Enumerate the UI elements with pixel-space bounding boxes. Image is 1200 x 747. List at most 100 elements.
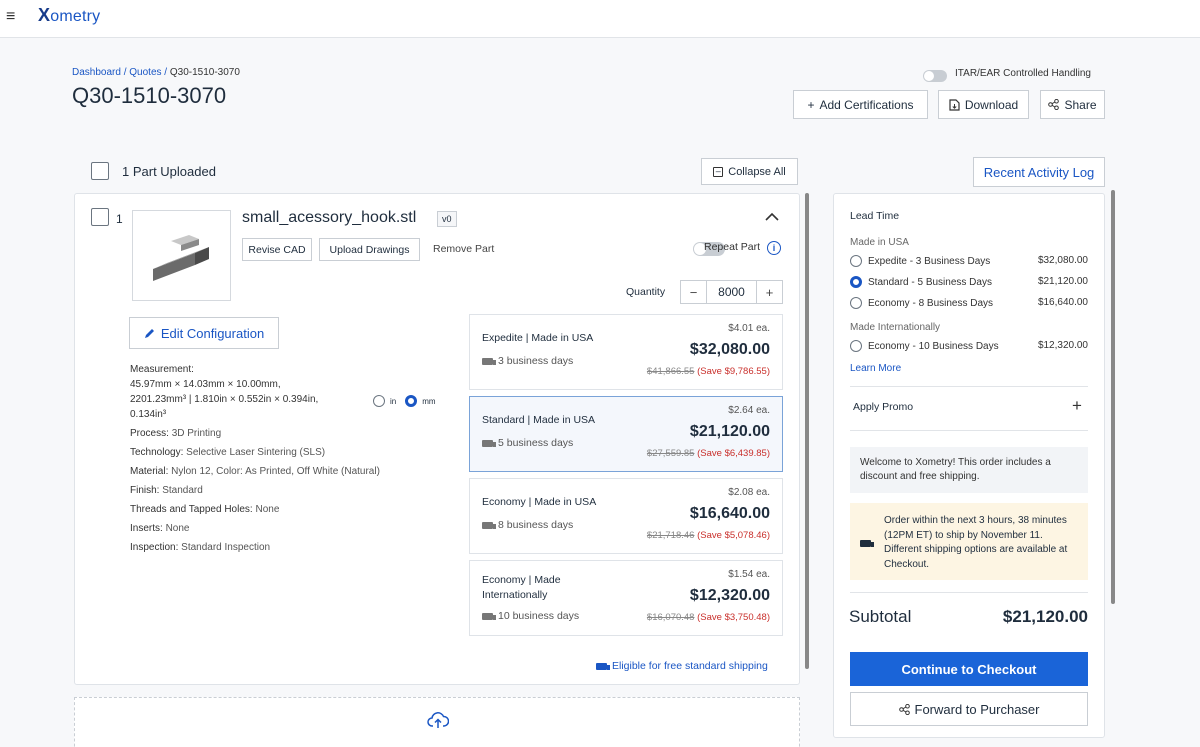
made-internationally-label: Made Internationally [850, 322, 941, 333]
price-option-card[interactable]: Economy | Made in USA 8 business days $2… [469, 478, 783, 554]
price-option-name: Economy | Made Internationally [482, 574, 561, 601]
continue-to-checkout-button[interactable]: Continue to Checkout [850, 652, 1088, 686]
lead-time-price: $21,120.00 [1037, 276, 1088, 287]
chevron-up-icon[interactable] [765, 208, 779, 224]
info-icon[interactable]: i [767, 241, 781, 255]
xometry-logo[interactable]: Xometry [38, 5, 100, 26]
breadcrumb-current: Q30-1510-3070 [169, 67, 240, 78]
revise-cad-button[interactable]: Revise CAD [242, 238, 312, 261]
spec-row: Process: 3D Printing [130, 428, 222, 439]
price-option-savings: $27,559.85 (Save $6,439.85) [646, 448, 770, 459]
breadcrumb-dashboard[interactable]: Dashboard [72, 67, 121, 78]
measurement-dims-mm: 45.97mm × 14.03mm × 10.00mm, [130, 379, 281, 390]
measurement-label: Measurement: [130, 364, 194, 375]
lead-time-price: $32,080.00 [1037, 255, 1088, 266]
breadcrumb-quotes[interactable]: Quotes [129, 67, 161, 78]
pencil-icon [144, 329, 154, 338]
price-option-name: Expedite | Made in USA [482, 332, 594, 344]
lead-time-radio-selected[interactable] [850, 276, 862, 288]
share-icon [898, 703, 910, 715]
lead-time-radio[interactable] [850, 297, 862, 309]
lead-time-radio[interactable] [850, 340, 862, 352]
part-checkbox[interactable] [91, 208, 109, 226]
quantity-stepper: − 8000 + [680, 280, 783, 304]
spec-row: Threads and Tapped Holes: None [130, 504, 280, 515]
lead-time-price: $16,640.00 [1037, 297, 1088, 308]
recent-activity-log-button[interactable]: Recent Activity Log [973, 157, 1105, 187]
repeat-part-label: Repeat Part [704, 241, 761, 253]
price-option-days: 5 business days [482, 437, 573, 449]
lead-time-title: Lead Time [850, 210, 900, 222]
quantity-label: Quantity [626, 286, 666, 298]
lead-time-radio[interactable] [850, 255, 862, 267]
spec-row: Material: Nylon 12, Color: As Printed, O… [130, 466, 380, 477]
price-option-card[interactable]: Economy | Made Internationally 10 busine… [469, 560, 783, 636]
lead-time-option[interactable]: Economy - 8 Business Days [850, 297, 993, 309]
plus-icon[interactable]: + [1072, 396, 1082, 416]
shipping-notice: Order within the next 3 hours, 38 minute… [850, 503, 1088, 580]
hamburger-icon[interactable]: ≡ [6, 8, 15, 26]
spec-row: Finish: Standard [130, 485, 203, 496]
price-option-name: Standard | Made in USA [482, 414, 596, 426]
spec-row: Technology: Selective Laser Sintering (S… [130, 447, 326, 458]
price-option-card[interactable]: Expedite | Made in USA 3 business days $… [469, 314, 783, 390]
part-3d-preview [153, 235, 209, 281]
apply-promo-label[interactable]: Apply Promo [853, 401, 913, 413]
price-option-each: $4.01 ea. [728, 323, 770, 334]
made-in-usa-label: Made in USA [850, 237, 909, 248]
price-option-each: $2.64 ea. [728, 405, 770, 416]
edit-configuration-button[interactable]: Edit Configuration [129, 317, 279, 349]
lead-time-price: $12,320.00 [1037, 340, 1088, 351]
version-badge: v0 [437, 211, 457, 227]
truck-icon [860, 538, 874, 553]
collapse-icon: – [713, 166, 724, 177]
share-button[interactable]: Share [1040, 90, 1105, 119]
part-thumbnail[interactable] [132, 210, 231, 301]
forward-to-purchaser-button[interactable]: Forward to Purchaser [850, 692, 1088, 726]
breadcrumb: Dashboard / Quotes / Q30-1510-3070 [72, 67, 240, 78]
lead-time-option-selected[interactable]: Standard - 5 Business Days [850, 276, 992, 288]
cloud-upload-icon [427, 711, 450, 732]
add-certifications-button[interactable]: + Add Certifications [793, 90, 928, 119]
truck-icon [482, 521, 496, 529]
itar-toggle[interactable] [923, 70, 947, 82]
shipping-notice-text: Order within the next 3 hours, 38 minute… [884, 515, 1068, 570]
learn-more-link[interactable]: Learn More [850, 363, 901, 374]
sidebar-scrollbar[interactable] [1111, 190, 1115, 604]
price-option-total: $16,640.00 [689, 505, 770, 522]
upload-drawings-button[interactable]: Upload Drawings [319, 238, 420, 261]
welcome-message: Welcome to Xometry! This order includes … [850, 447, 1088, 493]
select-all-checkbox[interactable] [91, 162, 109, 180]
price-option-savings: $41,866.55 (Save $9,786.55) [646, 366, 770, 377]
part-filename[interactable]: small_acessory_hook.stl [242, 209, 416, 227]
collapse-all-button[interactable]: – Collapse All [701, 158, 798, 185]
truck-icon [482, 357, 496, 365]
unit-mm-radio[interactable] [405, 395, 418, 407]
price-option-each: $2.08 ea. [728, 487, 770, 498]
price-option-total: $21,120.00 [689, 423, 770, 440]
price-option-days: 8 business days [482, 519, 573, 531]
quantity-input[interactable]: 8000 [707, 281, 756, 303]
price-option-total: $12,320.00 [689, 587, 770, 604]
parts-uploaded-label: 1 Part Uploaded [122, 164, 216, 179]
measurement-volume: 0.134in³ [130, 409, 167, 420]
free-shipping-link[interactable]: Eligible for free standard shipping [596, 660, 768, 672]
top-bar [0, 0, 1200, 38]
itar-label: ITAR/EAR Controlled Handling [955, 68, 1091, 79]
quantity-decrement-button[interactable]: − [681, 281, 707, 303]
price-option-days: 10 business days [482, 610, 579, 622]
unit-in-radio[interactable] [373, 395, 385, 407]
unit-toggle: in mm [373, 395, 436, 407]
subtotal-label: Subtotal [849, 607, 912, 626]
remove-part-link[interactable]: Remove Part [433, 243, 494, 255]
lead-time-option[interactable]: Expedite - 3 Business Days [850, 255, 990, 267]
lead-time-option[interactable]: Economy - 10 Business Days [850, 340, 999, 352]
price-option-each: $1.54 ea. [728, 569, 770, 580]
download-button[interactable]: Download [938, 90, 1029, 119]
truck-icon [482, 612, 496, 620]
price-option-name: Economy | Made in USA [482, 496, 597, 508]
price-option-card-selected[interactable]: Standard | Made in USA 5 business days $… [469, 396, 783, 472]
main-scrollbar[interactable] [805, 193, 809, 669]
quantity-increment-button[interactable]: + [756, 281, 782, 303]
divider [850, 430, 1088, 431]
